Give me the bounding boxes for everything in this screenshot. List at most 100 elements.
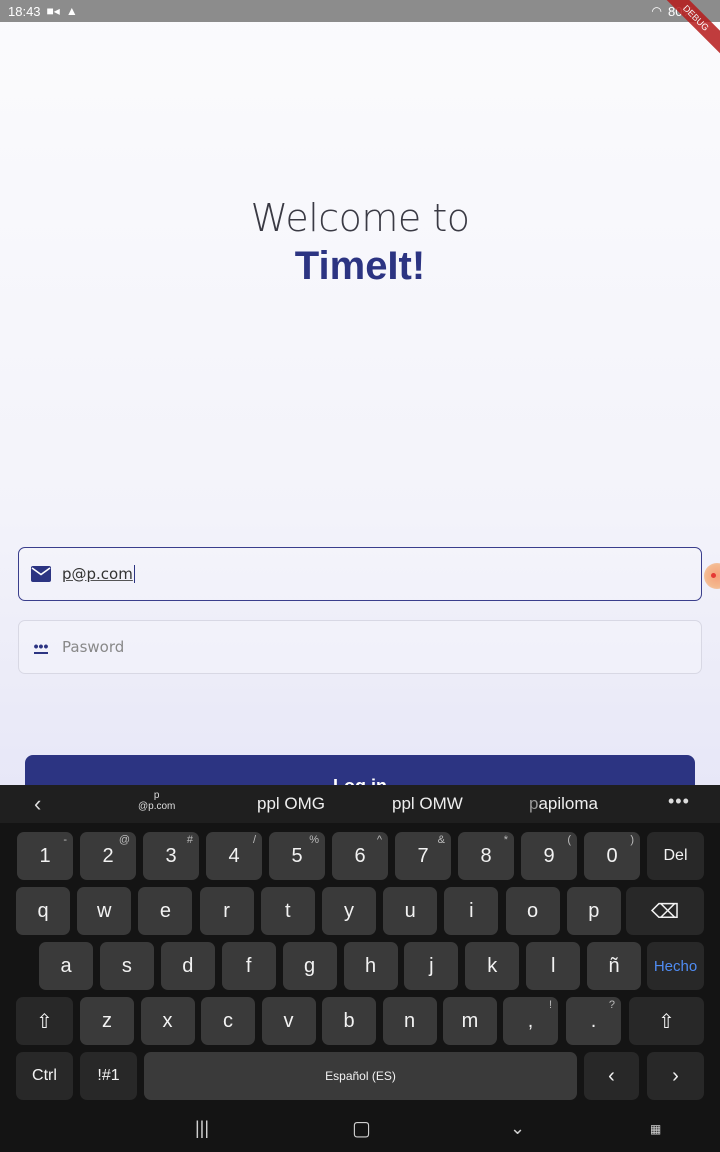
key-x[interactable]: x [140, 997, 195, 1045]
chevron-left-icon: ‹ [608, 1064, 615, 1087]
keyboard-icon[interactable]: ▦ [650, 1122, 661, 1136]
key-a[interactable]: a [39, 942, 93, 990]
shift-right-key[interactable]: ⇧ [629, 997, 704, 1045]
key-o[interactable]: o [505, 887, 560, 935]
key-n[interactable]: n [382, 997, 437, 1045]
key-e-label: e [159, 899, 171, 922]
suggestion-3[interactable]: ppl OMW [392, 794, 463, 814]
key-e[interactable]: e [138, 887, 193, 935]
period-alt-label: ? [608, 999, 615, 1011]
recent-apps-icon[interactable]: ||| [195, 1118, 209, 1139]
suggestion-2[interactable]: ppl OMG [257, 794, 325, 814]
key-1[interactable]: 1- [17, 832, 73, 880]
email-value: p@p.com [62, 564, 133, 583]
email-field[interactable]: p@p.com [18, 547, 702, 601]
key-g[interactable]: g [282, 942, 337, 990]
key-l[interactable]: l [526, 942, 581, 990]
key-n-label: n [403, 1009, 416, 1032]
key-6[interactable]: 6 ^ [332, 832, 388, 880]
key-z[interactable]: z [80, 997, 134, 1045]
comma-key[interactable]: , ! [503, 997, 558, 1045]
key-8[interactable]: 8 * [458, 832, 514, 880]
home-icon[interactable]: ▢ [352, 1116, 371, 1141]
key-7[interactable]: 7 & [395, 832, 451, 880]
key-p-label: p [588, 899, 600, 922]
on-screen-keyboard: ‹ p @p.com ppl OMG ppl OMW papiloma ••• … [0, 785, 720, 1108]
cursor-left-key[interactable]: ‹ [584, 1052, 639, 1100]
key-v-label: v [283, 1009, 294, 1032]
key-g-label: g [304, 954, 316, 977]
key-0[interactable]: 0) [584, 832, 640, 880]
key-2-alt-label: @ [118, 834, 130, 846]
suggestion-4-rest: apiloma [538, 794, 599, 813]
key-s-label: s [121, 954, 132, 977]
key-2[interactable]: 2 @ [80, 832, 136, 880]
key-y[interactable]: y [322, 887, 376, 935]
chevron-right-icon: › [672, 1064, 679, 1087]
key-d[interactable]: d [160, 942, 215, 990]
key-i[interactable]: i [444, 887, 499, 935]
key-0-label: 0 [606, 844, 618, 867]
comma-alt-label: ! [548, 999, 552, 1011]
period-key[interactable]: . ? [566, 997, 621, 1045]
key-m[interactable]: m [443, 997, 497, 1045]
key-4[interactable]: 4/ [206, 832, 262, 880]
key-v[interactable]: v [261, 997, 316, 1045]
password-input[interactable] [62, 638, 662, 656]
text-caret [133, 565, 135, 584]
key-t[interactable]: t [260, 887, 315, 935]
key-r-label: r [223, 899, 230, 922]
cursor-right-key[interactable]: › [647, 1052, 704, 1100]
key-u[interactable]: u [383, 887, 438, 935]
shift-left-key[interactable]: ⇧ [16, 997, 73, 1045]
ctrl-key[interactable]: Ctrl [16, 1052, 73, 1100]
period-label: . [590, 1009, 597, 1032]
key-d-label: d [182, 954, 194, 977]
symbols-key[interactable]: !#1 [80, 1052, 137, 1100]
key-c[interactable]: c [201, 997, 255, 1045]
del-key[interactable]: Del [647, 832, 704, 880]
key-s[interactable]: s [99, 942, 154, 990]
more-options-icon[interactable]: ••• [668, 791, 690, 812]
key-b-label: b [343, 1009, 355, 1032]
key-r[interactable]: r [199, 887, 254, 935]
key-f[interactable]: f [221, 942, 276, 990]
suggestion-1[interactable]: p @p.com [138, 790, 175, 812]
key-8-label: 8 [480, 844, 492, 867]
key-ñ[interactable]: ñ [587, 942, 642, 990]
key-p[interactable]: p [566, 887, 621, 935]
key-w[interactable]: w [77, 887, 132, 935]
chevron-left-icon[interactable]: ‹ [34, 791, 41, 817]
key-h[interactable]: h [343, 942, 398, 990]
navigation-bar: ||| ▢ ⌄ ▦ [0, 1108, 720, 1152]
key-q[interactable]: q [16, 887, 70, 935]
key-4-alt-label: / [252, 834, 256, 846]
key-j[interactable]: j [404, 942, 459, 990]
key-y-label: y [344, 899, 354, 922]
comma-label: , [527, 1009, 534, 1032]
chevron-down-icon[interactable]: ⌄ [510, 1118, 525, 1139]
key-9[interactable]: 9( [521, 832, 577, 880]
key-i-label: i [469, 899, 474, 922]
key-k[interactable]: k [465, 942, 520, 990]
email-input[interactable]: p@p.com [62, 565, 135, 584]
key-5[interactable]: 5% [269, 832, 325, 880]
status-time: 18:43 [8, 3, 41, 19]
key-m-label: m [461, 1009, 479, 1032]
key-b[interactable]: b [322, 997, 376, 1045]
backspace-key[interactable]: ⌫ [626, 887, 704, 935]
key-x-label: x [162, 1009, 173, 1032]
suggestion-4[interactable]: papiloma [529, 794, 598, 814]
key-u-label: u [404, 899, 416, 922]
key-5-label: 5 [291, 844, 303, 867]
key-9-label: 9 [543, 844, 555, 867]
welcome-heading: Welcome to TimeIt! [0, 196, 720, 289]
done-key[interactable]: Hecho [647, 942, 704, 990]
mail-icon [31, 566, 51, 582]
space-key[interactable]: Español (ES) [144, 1052, 577, 1100]
key-z-label: z [102, 1009, 112, 1032]
key-f-label: f [245, 954, 252, 977]
password-field[interactable]: ••• [18, 620, 702, 674]
key-3[interactable]: 3 # [143, 832, 199, 880]
suggestion-1-bottom: @p.com [138, 801, 176, 812]
